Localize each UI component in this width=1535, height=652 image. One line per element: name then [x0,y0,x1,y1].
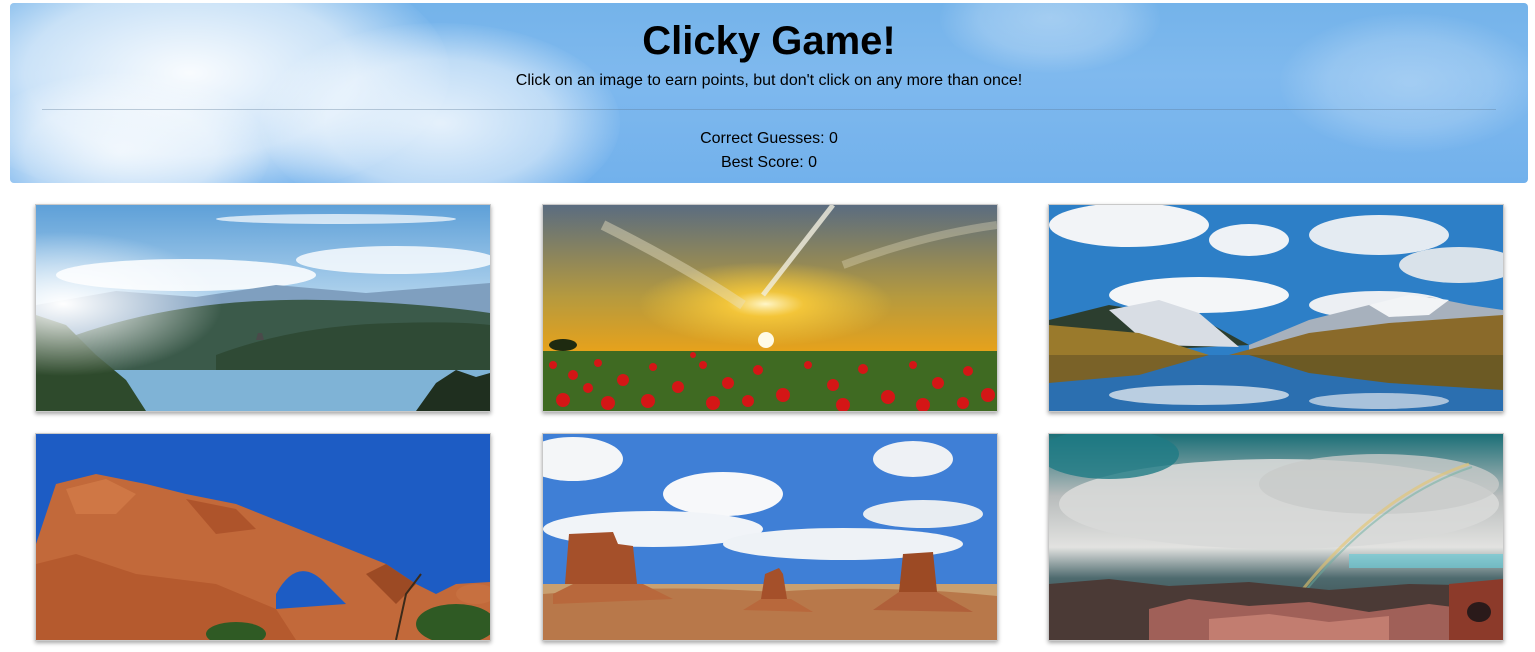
best-score-counter: Best Score: 0 [720,154,818,171]
image-card-lake-valley[interactable] [35,204,491,412]
header-banner: Clicky Game! Click on an image to earn p… [10,3,1528,183]
image-card-red-rock-arch[interactable] [35,433,491,641]
canyon-rainbow-image [1049,434,1503,640]
poppy-field-image [543,205,997,411]
mountain-lake-image [1049,205,1503,411]
image-card-poppy-field[interactable] [542,204,998,412]
image-card-canyon-rainbow[interactable] [1048,433,1504,641]
red-rock-arch-image [36,434,490,640]
lake-valley-image [36,205,490,411]
instructions-text: Click on an image to earn points, but do… [515,72,1023,89]
image-card-mountain-lake[interactable] [1048,204,1504,412]
page-title: Clicky Game! [642,19,896,63]
correct-guesses-counter: Correct Guesses: 0 [700,130,838,147]
header-divider [42,109,1496,110]
monument-valley-image [543,434,997,640]
image-card-monument-valley[interactable] [542,433,998,641]
